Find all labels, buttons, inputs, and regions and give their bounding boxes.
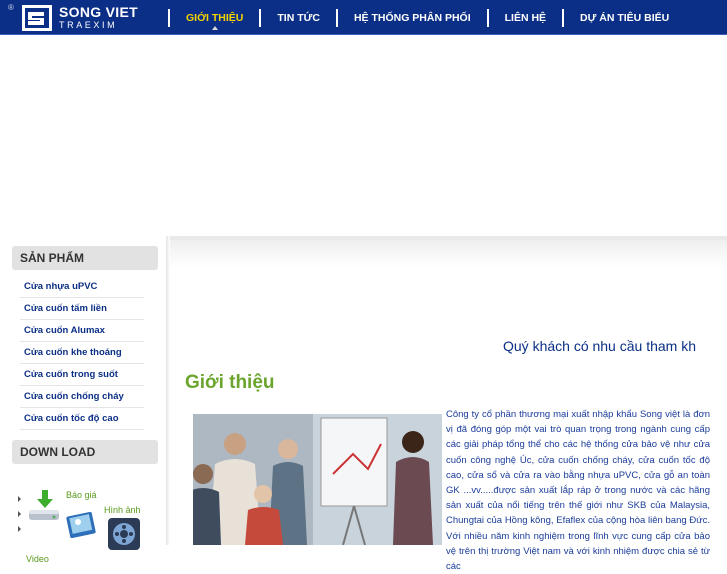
product-link-alumax[interactable]: Cửa cuốn Alumax: [20, 320, 144, 342]
products-heading: SẢN PHẨM: [12, 246, 158, 270]
nav-label: DỰ ÁN TIÊU BIỂU: [580, 11, 670, 24]
nav-lien-he[interactable]: LIÊN HỆ: [489, 0, 562, 35]
logo-mark-icon: [22, 5, 52, 31]
product-link-toc-do-cao[interactable]: Cửa cuốn tốc độ cao: [20, 408, 144, 430]
image-gallery-icon[interactable]: [66, 504, 106, 540]
product-link-chong-chay[interactable]: Cửa cuốn chống cháy: [20, 386, 144, 408]
nav-tin-tuc[interactable]: TIN TỨC: [261, 0, 336, 35]
content-left-edge: [166, 236, 170, 545]
registered-mark: ®: [8, 3, 14, 12]
download-link-bao-gia[interactable]: Báo giá: [66, 490, 97, 500]
nav-du-an-tieu-bieu[interactable]: DỰ ÁN TIÊU BIỂU: [564, 0, 685, 35]
site-logo[interactable]: ® SONG VIET TRAEXIM: [8, 3, 158, 31]
nav-label: GIỚI THIỆU: [186, 11, 244, 24]
nav-label: LIÊN HỆ: [504, 11, 547, 24]
download-link-hinh-anh[interactable]: Hình ảnh: [104, 505, 141, 515]
video-film-icon[interactable]: [106, 516, 142, 552]
active-caret-icon: [211, 26, 218, 30]
banner-area: [0, 36, 727, 236]
download-link-video[interactable]: Video: [26, 554, 49, 564]
main-menu: GIỚI THIỆU TIN TỨC HỆ THỐNG PHÂN PHỐI LI…: [168, 0, 685, 35]
bullet-icon: [18, 496, 21, 502]
product-list: Cửa nhựa uPVC Cửa cuốn tấm liền Cửa cuốn…: [12, 270, 158, 430]
download-heading: DOWN LOAD: [12, 440, 158, 464]
page-title: Giới thiệu: [185, 372, 275, 393]
content-header-shade: [166, 240, 727, 268]
sidebar: SẢN PHẨM Cửa nhựa uPVC Cửa cuốn tấm liền…: [12, 246, 158, 564]
product-link-tam-lien[interactable]: Cửa cuốn tấm liền: [20, 298, 144, 320]
download-list: Báo giá Hình ảnh Video: [12, 464, 158, 564]
product-link-khe-thoang[interactable]: Cửa cuốn khe thoáng: [20, 342, 144, 364]
bullet-icon: [18, 511, 21, 517]
top-nav-bar: ® SONG VIET TRAEXIM GIỚI THIỆU TIN TỨC H…: [0, 0, 727, 35]
logo-text-song-viet: SONG VIET: [59, 4, 138, 20]
nav-he-thong-phan-phoi[interactable]: HỆ THỐNG PHÂN PHỐI: [338, 0, 487, 35]
nav-label: TIN TỨC: [277, 11, 320, 24]
logo-text-traexim: TRAEXIM: [59, 20, 118, 30]
intro-paragraph: Công ty cổ phần thương mại xuất nhập khẩ…: [446, 409, 710, 573]
bullet-icon: [18, 526, 21, 532]
download-drive-icon[interactable]: [26, 488, 62, 524]
product-link-trong-suot[interactable]: Cửa cuốn trong suốt: [20, 364, 144, 386]
product-link-upvc[interactable]: Cửa nhựa uPVC: [20, 276, 144, 298]
meeting-photo: [193, 414, 442, 545]
nav-gioi-thieu[interactable]: GIỚI THIỆU: [170, 0, 259, 35]
scrolling-notice: Quý khách có nhu cầu tham kh: [503, 338, 696, 354]
nav-label: HỆ THỐNG PHÂN PHỐI: [353, 11, 471, 24]
